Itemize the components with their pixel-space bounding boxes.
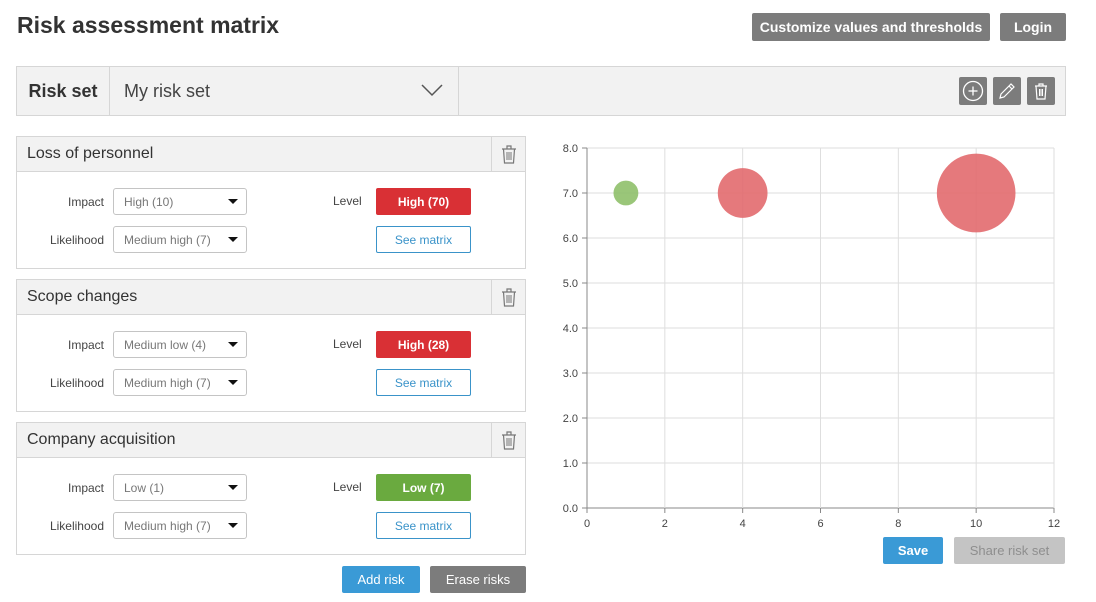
x-tick-label: 4 (740, 518, 746, 530)
impact-select[interactable]: Low (1) (113, 474, 247, 501)
y-tick-label: 8.0 (563, 143, 578, 155)
caret-down-icon (228, 485, 238, 490)
impact-label: Impact (67, 194, 104, 209)
risk-name: Company acquisition (27, 431, 176, 448)
see-matrix-button[interactable]: See matrix (376, 226, 471, 253)
share-risk-set-button[interactable]: Share risk set (954, 537, 1065, 564)
y-tick-label: 1.0 (563, 458, 578, 470)
caret-down-icon (228, 237, 238, 242)
likelihood-select[interactable]: Medium high (7) (113, 369, 247, 396)
impact-select[interactable]: Medium low (4) (113, 331, 247, 358)
bubble-point[interactable] (936, 153, 1016, 233)
impact-select[interactable]: High (10) (113, 188, 247, 215)
impact-label: Impact (67, 480, 104, 495)
bubble-point[interactable] (717, 168, 768, 218)
risk-name: Loss of personnel (27, 145, 154, 162)
chevron-down-icon (420, 81, 444, 102)
x-tick-label: 10 (970, 518, 982, 530)
login-button[interactable]: Login (1000, 13, 1066, 41)
edit-risk-set-button[interactable] (993, 77, 1021, 105)
level-badge: High (28) (376, 331, 471, 358)
page-title: Risk assessment matrix (17, 12, 280, 38)
risk-set-bar: Risk set My risk set (16, 66, 1066, 116)
pencil-icon (999, 83, 1015, 99)
risk-card: Loss of personnel Impact High (10) Likel… (16, 136, 526, 269)
add-risk-set-button[interactable] (959, 77, 987, 105)
likelihood-label: Likelihood (49, 232, 104, 247)
likelihood-select[interactable]: Medium high (7) (113, 226, 247, 253)
trash-icon (501, 431, 516, 450)
y-tick-label: 3.0 (563, 368, 578, 380)
caret-down-icon (228, 342, 238, 347)
likelihood-label: Likelihood (49, 375, 104, 390)
y-tick-label: 2.0 (563, 413, 578, 425)
trash-icon (501, 288, 516, 307)
add-risk-button[interactable]: Add risk (342, 566, 420, 593)
x-tick-label: 8 (895, 518, 901, 530)
trash-icon (1035, 83, 1047, 100)
caret-down-icon (228, 523, 238, 528)
level-badge: High (70) (376, 188, 471, 215)
y-tick-label: 0.0 (563, 503, 578, 515)
likelihood-select[interactable]: Medium high (7) (113, 512, 247, 539)
delete-risk-set-button[interactable] (1027, 77, 1055, 105)
likelihood-value: Medium high (7) (124, 518, 211, 533)
caret-down-icon (228, 199, 238, 204)
likelihood-label: Likelihood (49, 518, 104, 533)
erase-risks-button[interactable]: Erase risks (430, 566, 526, 593)
add-circle-icon (962, 80, 984, 102)
caret-down-icon (228, 380, 238, 385)
risk-set-selected-value: My risk set (124, 80, 211, 101)
x-tick-label: 0 (584, 518, 590, 530)
x-tick-label: 2 (662, 518, 668, 530)
risk-card: Company acquisition Impact Low (1) Likel… (16, 422, 526, 555)
customize-values-button[interactable]: Customize values and thresholds (752, 13, 990, 41)
impact-value: Low (1) (124, 480, 165, 495)
y-tick-label: 5.0 (563, 278, 578, 290)
likelihood-value: Medium high (7) (124, 232, 211, 247)
see-matrix-button[interactable]: See matrix (376, 369, 471, 396)
trash-icon (501, 145, 516, 164)
risk-name: Scope changes (27, 288, 138, 305)
x-tick-label: 12 (1048, 518, 1060, 530)
delete-risk-button[interactable] (491, 137, 525, 171)
level-badge: Low (7) (376, 474, 471, 501)
see-matrix-button[interactable]: See matrix (376, 512, 471, 539)
likelihood-value: Medium high (7) (124, 375, 211, 390)
risk-card: Scope changes Impact Medium low (4) Like… (16, 279, 526, 412)
impact-value: Medium low (4) (124, 337, 207, 352)
impact-label: Impact (67, 337, 104, 352)
bubble-point[interactable] (613, 180, 639, 206)
y-tick-label: 4.0 (563, 323, 578, 335)
x-tick-label: 6 (817, 518, 823, 530)
impact-value: High (10) (124, 194, 174, 209)
delete-risk-button[interactable] (491, 423, 525, 457)
risk-bubble-chart: 0.0 1.0 2.0 3.0 4.0 5.0 6.0 7.0 8.0 0 2 4 6 8 10 12 (563, 143, 1060, 530)
save-button[interactable]: Save (883, 537, 943, 564)
delete-risk-button[interactable] (491, 280, 525, 314)
y-tick-label: 7.0 (563, 188, 578, 200)
y-tick-label: 6.0 (563, 233, 578, 245)
risk-set-select[interactable]: My risk set (110, 67, 459, 115)
risk-set-label: Risk set (17, 67, 110, 115)
